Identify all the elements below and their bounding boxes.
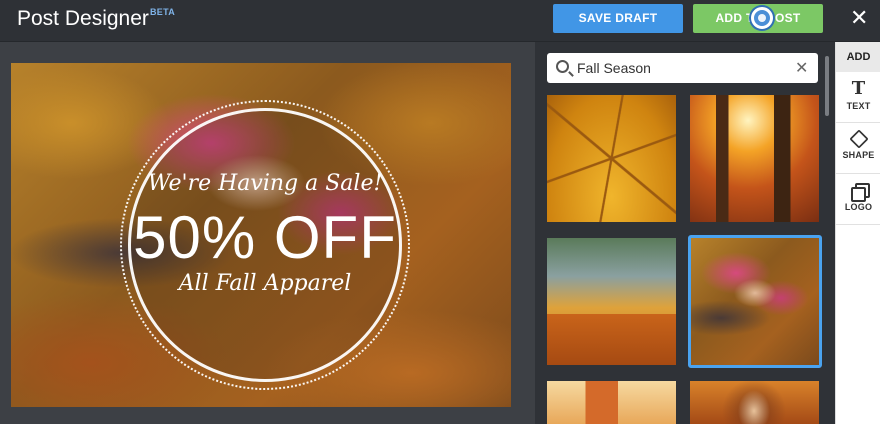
sidebar-item-label: LOGO [844, 202, 873, 212]
text-icon: T [851, 78, 866, 99]
panel-scrollbar[interactable] [825, 56, 829, 116]
search-box[interactable]: ✕ [547, 53, 818, 83]
search-input[interactable] [577, 53, 787, 83]
design-canvas[interactable]: We're Having a Sale! 50% OFF All Fall Ap… [11, 63, 511, 407]
top-bar: Post Designer BETA SAVE DRAFT ADD TO POS… [0, 0, 880, 42]
sidebar-item-text[interactable]: T TEXT [836, 73, 880, 123]
sidebar-item-logo[interactable]: LOGO [836, 175, 880, 225]
save-draft-button[interactable]: SAVE DRAFT [553, 4, 683, 33]
sidebar-item-shape[interactable]: SHAPE [836, 124, 880, 174]
image-thumbnail-park-bench[interactable] [547, 238, 676, 365]
app-title: Post Designer [17, 7, 149, 30]
clear-search-icon[interactable]: ✕ [795, 58, 808, 77]
image-thumbnail-suitcase[interactable] [547, 381, 676, 424]
image-thumbnail-leaf-closeup[interactable] [547, 95, 676, 222]
image-library-panel: ✕ [535, 42, 835, 424]
beta-badge: BETA [150, 7, 176, 17]
search-icon [556, 60, 569, 73]
image-thumbnail-autumn-forest[interactable] [690, 95, 819, 222]
add-heading: ADD [836, 42, 880, 72]
canvas-text-discount[interactable]: 50% OFF [120, 203, 410, 272]
sidebar-item-label: SHAPE [842, 150, 875, 160]
image-thumbnail-woman-portrait[interactable] [690, 381, 819, 424]
canvas-text-subline[interactable]: All Fall Apparel [120, 271, 410, 296]
cursor-indicator-icon [751, 7, 773, 29]
close-icon[interactable]: ✕ [850, 6, 868, 31]
canvas-text-headline[interactable]: We're Having a Sale! [120, 171, 410, 196]
logo-icon [850, 183, 870, 202]
shape-icon [848, 129, 869, 149]
design-canvas-area: We're Having a Sale! 50% OFF All Fall Ap… [0, 42, 535, 424]
add-sidebar: ADD T TEXT SHAPE LOGO [835, 42, 880, 424]
sidebar-item-label: TEXT [846, 101, 871, 111]
image-thumbnail-woman-in-leaves[interactable] [688, 235, 822, 368]
